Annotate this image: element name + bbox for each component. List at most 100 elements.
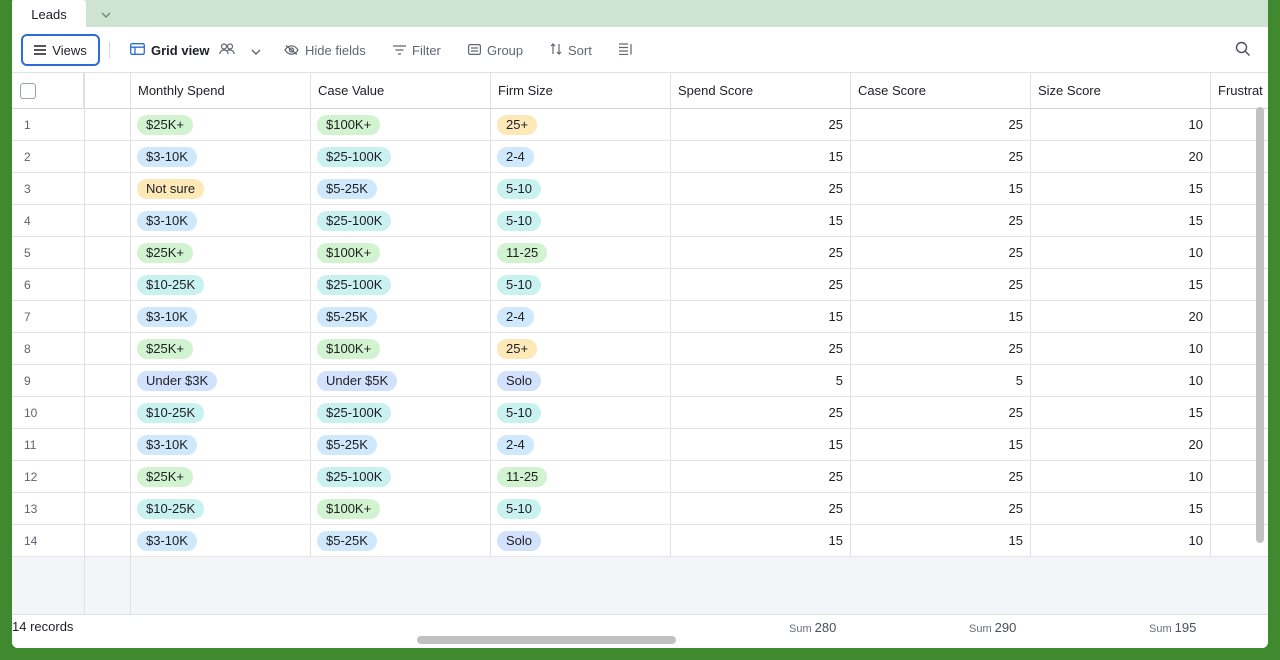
cell-size-score[interactable]: 10 <box>1031 461 1211 492</box>
cell-size-score[interactable]: 10 <box>1031 525 1211 556</box>
cell-case-score[interactable]: 25 <box>851 109 1031 140</box>
primary-field-cell[interactable] <box>84 301 131 332</box>
cell-case-value[interactable]: $25-100K <box>311 205 491 236</box>
cell-monthly-spend[interactable]: $25K+ <box>131 461 311 492</box>
cell-case-score[interactable]: 25 <box>851 205 1031 236</box>
cell-case-value[interactable]: $100K+ <box>311 493 491 524</box>
cell-firm-size[interactable]: 5-10 <box>491 173 671 204</box>
row-height-button[interactable] <box>619 27 639 73</box>
sum-case-score[interactable]: Sum 290 <box>969 620 1016 635</box>
column-header-spend-score[interactable]: Spend Score <box>671 73 851 108</box>
primary-field-cell[interactable] <box>84 173 131 204</box>
cell-firm-size[interactable]: 11-25 <box>491 461 671 492</box>
cell-size-score[interactable]: 10 <box>1031 365 1211 396</box>
column-header-frustration[interactable]: Frustrat <box>1211 73 1268 108</box>
cell-firm-size[interactable]: 2-4 <box>491 301 671 332</box>
cell-monthly-spend[interactable]: Under $3K <box>131 365 311 396</box>
cell-monthly-spend[interactable]: $3-10K <box>131 141 311 172</box>
cell-spend-score[interactable]: 15 <box>671 141 851 172</box>
cell-firm-size[interactable]: 5-10 <box>491 269 671 300</box>
cell-monthly-spend[interactable]: $25K+ <box>131 333 311 364</box>
cell-monthly-spend[interactable]: $25K+ <box>131 237 311 268</box>
column-header-monthly-spend[interactable]: Monthly Spend <box>131 73 311 108</box>
cell-monthly-spend[interactable]: Not sure <box>131 173 311 204</box>
cell-firm-size[interactable]: 2-4 <box>491 429 671 460</box>
column-header-firm-size[interactable]: Firm Size <box>491 73 671 108</box>
cell-monthly-spend[interactable]: $10-25K <box>131 397 311 428</box>
cell-case-value[interactable]: $25-100K <box>311 461 491 492</box>
table-row[interactable]: 12 $25K+ $25-100K 11-25 25 25 10 <box>12 461 1268 493</box>
primary-field-cell[interactable] <box>84 237 131 268</box>
cell-firm-size[interactable]: 25+ <box>491 333 671 364</box>
primary-field-cell[interactable] <box>84 525 131 556</box>
cell-case-score[interactable]: 15 <box>851 429 1031 460</box>
cell-case-value[interactable]: $25-100K <box>311 141 491 172</box>
cell-spend-score[interactable]: 15 <box>671 301 851 332</box>
cell-size-score[interactable]: 15 <box>1031 397 1211 428</box>
primary-field-cell[interactable] <box>84 461 131 492</box>
cell-size-score[interactable]: 10 <box>1031 237 1211 268</box>
cell-spend-score[interactable]: 15 <box>671 525 851 556</box>
tab-menu-button[interactable] <box>96 4 116 22</box>
cell-firm-size[interactable]: 5-10 <box>491 493 671 524</box>
table-row[interactable]: 3 Not sure $5-25K 5-10 25 15 15 <box>12 173 1268 205</box>
primary-field-header[interactable] <box>84 73 131 108</box>
column-header-case-value[interactable]: Case Value <box>311 73 491 108</box>
table-row[interactable]: 13 $10-25K $100K+ 5-10 25 25 15 <box>12 493 1268 525</box>
group-button[interactable]: Group <box>468 27 523 73</box>
cell-case-score[interactable]: 15 <box>851 301 1031 332</box>
cell-spend-score[interactable]: 25 <box>671 461 851 492</box>
cell-case-value[interactable]: $5-25K <box>311 525 491 556</box>
primary-field-cell[interactable] <box>84 429 131 460</box>
sum-size-score[interactable]: Sum 195 <box>1149 620 1196 635</box>
cell-spend-score[interactable]: 5 <box>671 365 851 396</box>
cell-case-score[interactable]: 25 <box>851 461 1031 492</box>
cell-size-score[interactable]: 15 <box>1031 173 1211 204</box>
table-row[interactable]: 1 $25K+ $100K+ 25+ 25 25 10 <box>12 109 1268 141</box>
cell-size-score[interactable]: 20 <box>1031 301 1211 332</box>
table-row[interactable]: 2 $3-10K $25-100K 2-4 15 25 20 <box>12 141 1268 173</box>
table-row[interactable]: 14 $3-10K $5-25K Solo 15 15 10 <box>12 525 1268 557</box>
cell-firm-size[interactable]: Solo <box>491 365 671 396</box>
views-button[interactable]: Views <box>21 34 100 66</box>
cell-monthly-spend[interactable]: $3-10K <box>131 205 311 236</box>
cell-case-score[interactable]: 25 <box>851 141 1031 172</box>
cell-case-value[interactable]: $5-25K <box>311 173 491 204</box>
cell-size-score[interactable]: 20 <box>1031 141 1211 172</box>
primary-field-cell[interactable] <box>84 333 131 364</box>
cell-firm-size[interactable]: 5-10 <box>491 205 671 236</box>
cell-case-score[interactable]: 25 <box>851 397 1031 428</box>
vertical-scrollbar[interactable] <box>1256 107 1264 543</box>
cell-case-score[interactable]: 5 <box>851 365 1031 396</box>
cell-size-score[interactable]: 15 <box>1031 269 1211 300</box>
primary-field-cell[interactable] <box>84 109 131 140</box>
cell-monthly-spend[interactable]: $3-10K <box>131 301 311 332</box>
table-row[interactable]: 7 $3-10K $5-25K 2-4 15 15 20 <box>12 301 1268 333</box>
cell-spend-score[interactable]: 25 <box>671 173 851 204</box>
cell-case-score[interactable]: 15 <box>851 173 1031 204</box>
cell-spend-score[interactable]: 25 <box>671 397 851 428</box>
table-row[interactable]: 5 $25K+ $100K+ 11-25 25 25 10 <box>12 237 1268 269</box>
cell-case-value[interactable]: $100K+ <box>311 237 491 268</box>
grid-view-button[interactable]: Grid view <box>130 27 267 73</box>
cell-spend-score[interactable]: 15 <box>671 205 851 236</box>
cell-case-value[interactable]: $100K+ <box>311 109 491 140</box>
cell-case-score[interactable]: 25 <box>851 493 1031 524</box>
cell-size-score[interactable]: 15 <box>1031 493 1211 524</box>
cell-spend-score[interactable]: 25 <box>671 109 851 140</box>
cell-case-score[interactable]: 25 <box>851 269 1031 300</box>
column-header-size-score[interactable]: Size Score <box>1031 73 1211 108</box>
primary-field-cell[interactable] <box>84 269 131 300</box>
hide-fields-button[interactable]: Hide fields <box>284 27 366 73</box>
cell-size-score[interactable]: 15 <box>1031 205 1211 236</box>
cell-case-score[interactable]: 15 <box>851 525 1031 556</box>
search-button[interactable] <box>1235 41 1251 60</box>
cell-case-score[interactable]: 25 <box>851 237 1031 268</box>
select-all-checkbox[interactable] <box>20 82 36 99</box>
cell-monthly-spend[interactable]: $25K+ <box>131 109 311 140</box>
cell-spend-score[interactable]: 25 <box>671 333 851 364</box>
sort-button[interactable]: Sort <box>550 27 592 73</box>
sum-spend-score[interactable]: Sum 280 <box>789 620 836 635</box>
table-row[interactable]: 8 $25K+ $100K+ 25+ 25 25 10 <box>12 333 1268 365</box>
cell-case-value[interactable]: Under $5K <box>311 365 491 396</box>
